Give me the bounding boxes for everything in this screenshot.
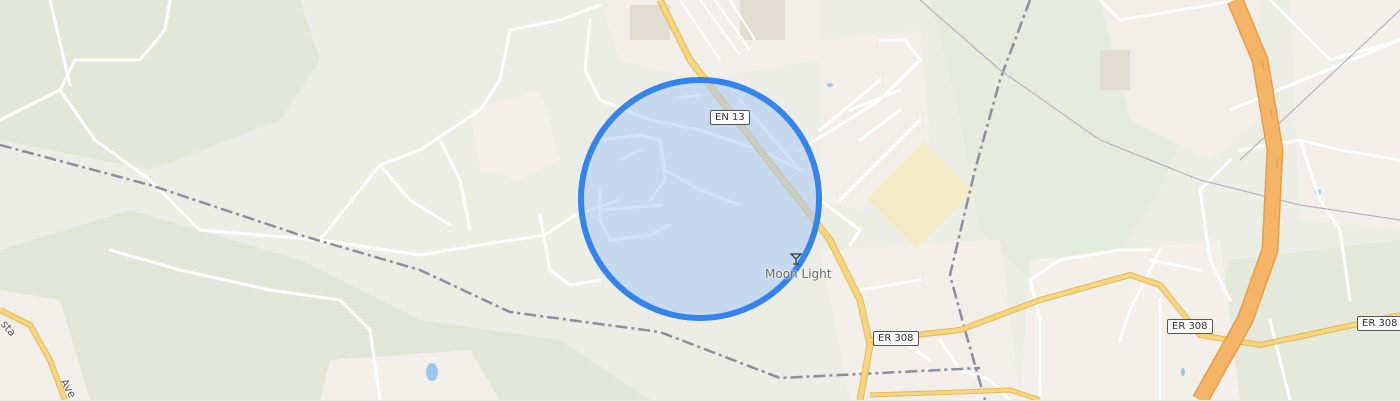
map-base-layer — [0, 0, 1400, 400]
road-shield-en13: EN 13 — [710, 110, 750, 125]
location-accuracy-circle — [578, 77, 822, 321]
map-canvas[interactable]: EN 13 ER 308 ER 308 ER 308 sta Ave Moon … — [0, 0, 1400, 400]
road-shield-er308-c: ER 308 — [1357, 316, 1400, 331]
road-shield-er308-a: ER 308 — [873, 331, 919, 346]
poi-label-moon-light[interactable]: Moon Light — [765, 267, 831, 281]
road-shield-er308-b: ER 308 — [1167, 319, 1213, 334]
